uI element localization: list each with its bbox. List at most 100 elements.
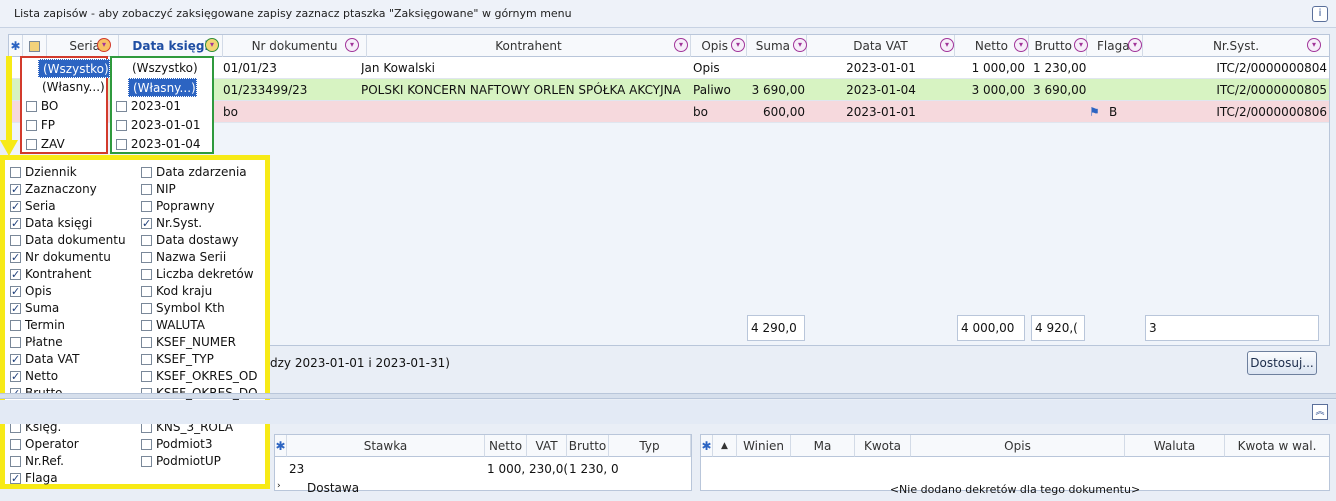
- seria-filter-item[interactable]: (Wszystko): [38, 59, 110, 78]
- column-option-checkbox[interactable]: [141, 354, 152, 365]
- collapse-icon[interactable]: ︽: [1312, 404, 1328, 420]
- dek-col-kwota-wal[interactable]: Kwota w wal.: [1225, 435, 1329, 457]
- column-option-checkbox[interactable]: [10, 181, 21, 198]
- splitter[interactable]: [0, 393, 1336, 399]
- data-filter-item[interactable]: 2023-01-04: [112, 135, 201, 154]
- filter-icon-data-vat[interactable]: ▾: [940, 38, 954, 52]
- column-option[interactable]: Nr.Ref.: [10, 453, 64, 470]
- sort-icon[interactable]: ▲: [713, 435, 737, 457]
- data-filter-item[interactable]: 2023-01: [112, 97, 181, 116]
- filter-icon-suma[interactable]: ▾: [793, 38, 807, 52]
- column-option[interactable]: Płatne: [10, 334, 63, 351]
- filter-icon-data-ksiegi[interactable]: ▾: [205, 38, 219, 52]
- data-filter-item[interactable]: (Wszystko): [128, 59, 198, 78]
- column-option[interactable]: Data dokumentu: [10, 232, 126, 249]
- column-option-checkbox[interactable]: [141, 235, 152, 246]
- column-option-checkbox[interactable]: [10, 456, 21, 467]
- column-option-checkbox[interactable]: [10, 300, 21, 317]
- column-option[interactable]: Seria: [10, 198, 56, 215]
- dek-col-opis[interactable]: Opis: [911, 435, 1125, 457]
- column-option[interactable]: Suma: [10, 300, 59, 317]
- column-option-checkbox[interactable]: [141, 303, 152, 314]
- column-option[interactable]: Termin: [10, 317, 65, 334]
- column-option[interactable]: Nr.Syst.: [141, 215, 202, 232]
- info-icon[interactable]: i: [1312, 6, 1328, 22]
- column-option-checkbox[interactable]: [141, 269, 152, 280]
- seria-filter-item[interactable]: ZAV: [22, 135, 65, 154]
- column-option-checkbox[interactable]: [10, 266, 21, 283]
- vat-col-vat[interactable]: VAT: [527, 435, 567, 457]
- column-option[interactable]: NIP: [141, 181, 176, 198]
- column-option[interactable]: Nr dokumentu: [10, 249, 111, 266]
- data-filter-item[interactable]: (Własny...): [128, 78, 197, 97]
- data-ksiegi-filter-dropdown[interactable]: (Wszystko) (Własny...) 2023-01 2023-01-0…: [110, 56, 214, 154]
- seria-filter-dropdown[interactable]: (Wszystko) (Własny...) BO FP ZAV: [20, 56, 110, 154]
- column-option-checkbox[interactable]: [141, 371, 152, 382]
- column-option-checkbox[interactable]: [10, 470, 21, 487]
- data-filter-item[interactable]: 2023-01-01: [112, 116, 201, 135]
- dek-col-ma[interactable]: Ma: [791, 435, 855, 457]
- column-option[interactable]: Kontrahent: [10, 266, 92, 283]
- column-option[interactable]: KSEF_OKRES_OD: [141, 368, 258, 385]
- column-option[interactable]: Symbol Kth: [141, 300, 225, 317]
- seria-filter-item[interactable]: FP: [22, 116, 55, 135]
- column-option[interactable]: Data zdarzenia: [141, 164, 247, 181]
- column-option-checkbox[interactable]: [10, 198, 21, 215]
- column-option[interactable]: Data księgi: [10, 215, 92, 232]
- column-option[interactable]: Data dostawy: [141, 232, 239, 249]
- column-option[interactable]: KSEF_TYP: [141, 351, 214, 368]
- filter-icon-flaga[interactable]: ▾: [1128, 38, 1142, 52]
- asterisk-icon[interactable]: ✱: [701, 435, 713, 457]
- vat-col-typ[interactable]: Typ: [609, 435, 691, 457]
- column-option-checkbox[interactable]: [141, 201, 152, 212]
- column-option-checkbox[interactable]: [10, 368, 21, 385]
- column-option-checkbox[interactable]: [10, 167, 21, 178]
- column-option[interactable]: Flaga: [10, 470, 58, 487]
- column-option-checkbox[interactable]: [141, 337, 152, 348]
- column-option[interactable]: WALUTA: [141, 317, 205, 334]
- column-option-checkbox[interactable]: [141, 167, 152, 178]
- filter-icon-brutto[interactable]: ▾: [1074, 38, 1088, 52]
- dostosuj-button[interactable]: Dostosuj...: [1247, 351, 1317, 375]
- filter-icon-seria[interactable]: ▾: [97, 38, 111, 52]
- vat-col-brutto[interactable]: Brutto: [567, 435, 609, 457]
- column-option-checkbox[interactable]: [141, 252, 152, 263]
- column-option-checkbox[interactable]: [141, 320, 152, 331]
- col-data-vat[interactable]: Data VAT: [807, 35, 955, 57]
- column-option-checkbox[interactable]: [141, 456, 152, 467]
- expand-icon[interactable]: ›: [277, 475, 281, 497]
- dek-col-kwota[interactable]: Kwota: [855, 435, 911, 457]
- seria-filter-item[interactable]: (Własny...): [38, 78, 105, 97]
- column-option[interactable]: Poprawny: [141, 198, 215, 215]
- col-kontrahent[interactable]: Kontrahent: [367, 35, 691, 57]
- filter-icon-nr-dokumentu[interactable]: ▾: [345, 38, 359, 52]
- column-option[interactable]: Kod kraju: [141, 283, 212, 300]
- dek-col-winien[interactable]: Winien: [737, 435, 791, 457]
- column-option-checkbox[interactable]: [10, 283, 21, 300]
- column-option[interactable]: Netto: [10, 368, 58, 385]
- column-option[interactable]: KSEF_NUMER: [141, 334, 236, 351]
- filter-icon-nr-syst[interactable]: ▾: [1307, 38, 1321, 52]
- column-option[interactable]: Opis: [10, 283, 52, 300]
- select-all-checkbox[interactable]: [23, 35, 47, 57]
- column-option[interactable]: Dziennik: [10, 164, 77, 181]
- column-option-checkbox[interactable]: [10, 320, 21, 331]
- column-option-checkbox[interactable]: [10, 337, 21, 348]
- column-option[interactable]: Operator: [10, 436, 79, 453]
- column-option[interactable]: Liczba dekretów: [141, 266, 254, 283]
- column-option[interactable]: Podmiot3: [141, 436, 212, 453]
- column-option-checkbox[interactable]: [141, 184, 152, 195]
- column-option-checkbox[interactable]: [10, 235, 21, 246]
- column-option-checkbox[interactable]: [141, 215, 152, 232]
- filter-icon-netto[interactable]: ▾: [1014, 38, 1028, 52]
- column-option[interactable]: Nazwa Serii: [141, 249, 226, 266]
- filter-icon-kontrahent[interactable]: ▾: [674, 38, 688, 52]
- column-option-checkbox[interactable]: [141, 439, 152, 450]
- filter-icon-opis[interactable]: ▾: [731, 38, 745, 52]
- column-option[interactable]: Zaznaczony: [10, 181, 97, 198]
- column-option-checkbox[interactable]: [10, 249, 21, 266]
- asterisk-icon[interactable]: ✱: [9, 35, 23, 57]
- col-nr-syst[interactable]: Nr.Syst.: [1143, 35, 1329, 57]
- column-option-checkbox[interactable]: [10, 439, 21, 450]
- column-option[interactable]: PodmiotUP: [141, 453, 221, 470]
